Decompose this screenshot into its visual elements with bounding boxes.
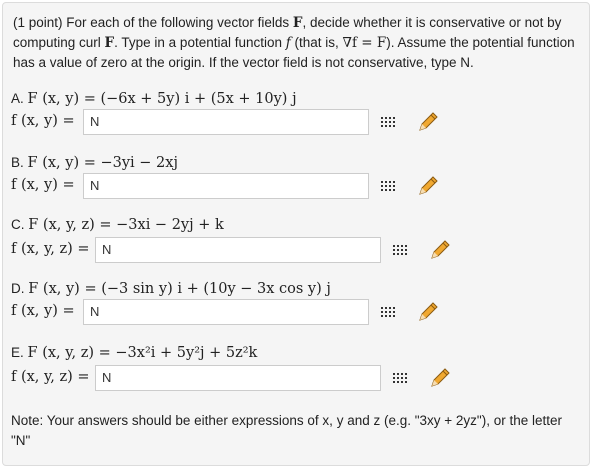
question-e-label: E. F (x, y, z) = −3x²i + 5y²j + 5z²k [11, 343, 257, 363]
question-c-f-label: f (x, y, z) = [11, 241, 90, 257]
intro-gradient-equation: ∇f = F [342, 35, 387, 51]
question-b-label: B. F (x, y) = −3yi − 2xj [11, 153, 178, 173]
question-d-field: F (x, y) = (−3 sin y) i + (10y − 3x cos … [28, 281, 331, 297]
question-b-f-label: f (x, y) = [11, 177, 75, 193]
question-letter: E. [11, 345, 24, 360]
question-letter: D. [11, 281, 25, 296]
question-e-answer-input[interactable]: N [95, 365, 381, 391]
equation-editor-grid-icon[interactable] [381, 180, 395, 192]
intro-text-3: . Type in a potential function [114, 35, 286, 50]
question-letter: B. [11, 155, 24, 170]
question-letter: C. [11, 217, 25, 232]
equation-editor-grid-icon[interactable] [393, 244, 407, 256]
question-d-label: D. F (x, y) = (−3 sin y) i + (10y − 3x c… [11, 279, 331, 299]
question-a-label: A. F (x, y) = (−6x + 5y) i + (5x + 10y) … [11, 89, 297, 109]
question-c-field: F (x, y, z) = −3xi − 2yj + k [28, 217, 224, 233]
question-b-field: F (x, y) = −3yi − 2xj [27, 155, 178, 171]
equation-editor-grid-icon[interactable] [393, 372, 407, 384]
intro-text-4: (that is, [290, 35, 343, 50]
question-c-label: C. F (x, y, z) = −3xi − 2yj + k [11, 215, 224, 235]
question-b-answer-input[interactable]: N [83, 173, 369, 199]
question-c-answer-input[interactable]: N [95, 237, 381, 263]
question-d-f-label: f (x, y) = [11, 303, 75, 319]
question-a-f-label: f (x, y) = [11, 113, 75, 129]
question-a-answer-input[interactable]: N [83, 109, 369, 135]
answer-note: Note: Your answers should be either expr… [11, 413, 562, 448]
pencil-icon[interactable] [417, 175, 439, 197]
question-a-field: F (x, y) = (−6x + 5y) i + (5x + 10y) j [27, 91, 297, 107]
problem-intro: (1 point) For each of the following vect… [13, 13, 579, 73]
question-e-field: F (x, y, z) = −3x²i + 5y²j + 5z²k [27, 345, 258, 361]
pencil-icon[interactable] [417, 111, 439, 133]
pencil-icon[interactable] [429, 239, 451, 261]
equation-editor-grid-icon[interactable] [381, 306, 395, 318]
question-letter: A. [11, 91, 24, 106]
problem-panel: (1 point) For each of the following vect… [2, 2, 590, 466]
question-e-f-label: f (x, y, z) = [11, 369, 90, 385]
equation-editor-grid-icon[interactable] [381, 116, 395, 128]
intro-text-1: (1 point) For each of the following vect… [13, 15, 293, 30]
pencil-icon[interactable] [417, 301, 439, 323]
question-d-answer-input[interactable]: N [83, 299, 369, 325]
intro-F-symbol-2: F [104, 35, 115, 51]
pencil-icon[interactable] [429, 367, 451, 389]
